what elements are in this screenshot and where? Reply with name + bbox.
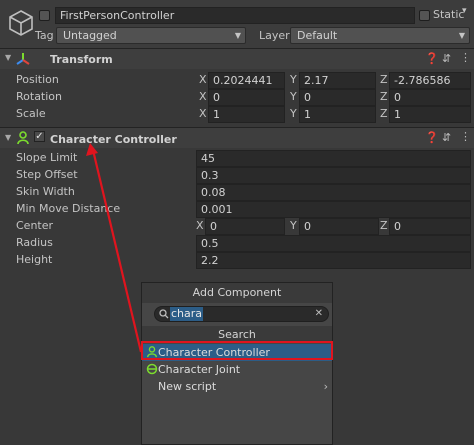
list-item-label: New script	[158, 380, 217, 393]
transform-title: Transform	[50, 53, 113, 66]
active-checkbox[interactable]	[39, 10, 50, 21]
help-icon[interactable]: ❓	[425, 52, 439, 65]
axis-label-y[interactable]: Y	[290, 107, 297, 120]
transform-y-field[interactable]: 1	[299, 106, 376, 123]
cc-value-field[interactable]: 0.3	[196, 167, 471, 184]
axis-label-x[interactable]: X	[199, 73, 207, 86]
transform-axes-icon	[16, 53, 30, 65]
static-checkbox[interactable]	[419, 10, 430, 21]
chevron-down-icon: ▼	[458, 31, 465, 40]
more-options-icon[interactable]: ⋮	[460, 130, 471, 143]
add-component-popup: Add Component chara ✕ Search Character C…	[141, 282, 333, 445]
foldout-arrow-icon[interactable]: ▼	[5, 133, 11, 142]
component-search-field[interactable]: chara ✕	[154, 306, 329, 322]
cc-value-field[interactable]: 2.2	[196, 252, 471, 269]
component-enabled-checkbox[interactable]: ✓	[34, 131, 45, 142]
object-name-field[interactable]: FirstPersonController	[55, 7, 415, 24]
transform-z-field[interactable]: -2.786586	[389, 72, 471, 89]
list-item-new-script[interactable]: New script ›	[142, 378, 332, 395]
list-item-label: Character Joint	[158, 363, 241, 376]
center-y-field[interactable]: 0	[299, 218, 379, 235]
character-controller-icon	[17, 131, 29, 145]
center-z-field[interactable]: 0	[389, 218, 471, 235]
add-component-title: Add Component	[142, 283, 332, 303]
axis-label-y[interactable]: Y	[290, 73, 297, 86]
cc-value-field[interactable]: 45	[196, 150, 471, 167]
more-options-icon[interactable]: ⋮	[460, 51, 471, 64]
chevron-down-icon: ▼	[234, 31, 241, 40]
help-icon[interactable]: ❓	[425, 131, 439, 144]
clear-search-icon[interactable]: ✕	[315, 307, 323, 321]
axis-label-z[interactable]: Z	[380, 107, 388, 120]
cc-value-field[interactable]: 0.5	[196, 235, 471, 252]
transform-row-label: Rotation	[16, 90, 63, 103]
layer-label: Layer	[259, 29, 290, 42]
cc-value-field[interactable]: 0.08	[196, 184, 471, 201]
character-controller-title: Character Controller	[50, 133, 177, 146]
cc-row-label: Radius	[16, 236, 53, 249]
axis-label-z[interactable]: Z	[380, 73, 388, 86]
transform-x-field[interactable]: 0	[208, 89, 285, 106]
transform-y-field[interactable]: 0	[299, 89, 376, 106]
tag-value: Untagged	[63, 29, 117, 42]
search-icon	[159, 309, 169, 319]
axis-label-y[interactable]: Y	[290, 219, 297, 232]
transform-x-field[interactable]: 0.2024441	[208, 72, 285, 89]
axis-label-x[interactable]: X	[199, 90, 207, 103]
cc-row-label: Step Offset	[16, 168, 78, 181]
tag-label: Tag	[35, 29, 54, 42]
layer-dropdown[interactable]: Default ▼	[290, 27, 470, 44]
foldout-arrow-icon[interactable]: ▼	[5, 53, 11, 62]
transform-row-label: Position	[16, 73, 59, 86]
character-joint-icon	[146, 363, 158, 375]
transform-z-field[interactable]: 0	[389, 89, 471, 106]
axis-label-z[interactable]: Z	[380, 90, 388, 103]
static-label: Static	[433, 8, 465, 21]
cc-row-label: Slope Limit	[16, 151, 78, 164]
preset-icon[interactable]: ⇵	[442, 52, 451, 65]
center-x-field[interactable]: 0	[205, 218, 285, 235]
search-input-text[interactable]: chara	[170, 307, 204, 321]
cc-value-field[interactable]: 0.001	[196, 201, 471, 218]
preset-icon[interactable]: ⇵	[442, 131, 451, 144]
cc-row-label: Min Move Distance	[16, 202, 121, 215]
transform-z-field[interactable]: 1	[389, 106, 471, 123]
axis-label-z[interactable]: Z	[380, 219, 388, 232]
transform-x-field[interactable]: 1	[208, 106, 285, 123]
gameobject-cube-icon	[9, 10, 33, 36]
cc-row-label: Center	[16, 219, 54, 232]
chevron-right-icon: ›	[323, 380, 328, 393]
axis-label-y[interactable]: Y	[290, 90, 297, 103]
highlight-box	[141, 341, 333, 360]
transform-row-label: Scale	[16, 107, 46, 120]
static-dropdown-icon[interactable]: ▾	[462, 6, 467, 16]
list-item-character-joint[interactable]: Character Joint	[142, 361, 332, 378]
cc-row-label: Height	[16, 253, 53, 266]
axis-label-x[interactable]: X	[199, 107, 207, 120]
axis-label-x[interactable]: X	[196, 219, 204, 232]
cc-row-label: Skin Width	[16, 185, 75, 198]
tag-dropdown[interactable]: Untagged ▼	[56, 27, 246, 44]
layer-value: Default	[297, 29, 338, 42]
transform-y-field[interactable]: 2.17	[299, 72, 376, 89]
